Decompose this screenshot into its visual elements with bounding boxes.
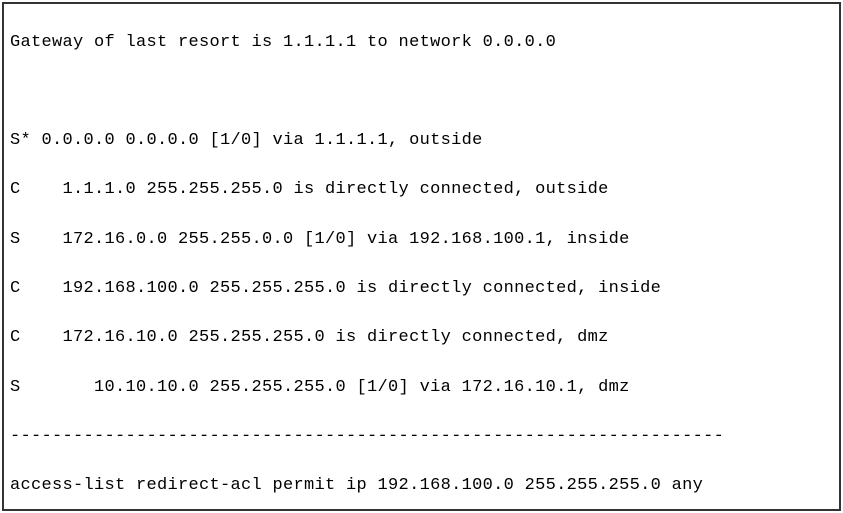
route-entry: C 1.1.1.0 255.255.255.0 is directly conn…	[10, 178, 833, 203]
blank-line	[10, 80, 833, 105]
acl-entry: access-list redirect-acl permit ip 192.1…	[10, 474, 833, 499]
route-entry: S* 0.0.0.0 0.0.0.0 [1/0] via 1.1.1.1, ou…	[10, 129, 833, 154]
route-entry: C 172.16.10.0 255.255.255.0 is directly …	[10, 326, 833, 351]
section-separator: ----------------------------------------…	[10, 425, 833, 450]
route-entry: C 192.168.100.0 255.255.255.0 is directl…	[10, 277, 833, 302]
gateway-header: Gateway of last resort is 1.1.1.1 to net…	[10, 31, 833, 56]
terminal-output: Gateway of last resort is 1.1.1.1 to net…	[2, 2, 841, 511]
route-entry: S 172.16.0.0 255.255.0.0 [1/0] via 192.1…	[10, 228, 833, 253]
route-entry: S 10.10.10.0 255.255.255.0 [1/0] via 172…	[10, 376, 833, 401]
